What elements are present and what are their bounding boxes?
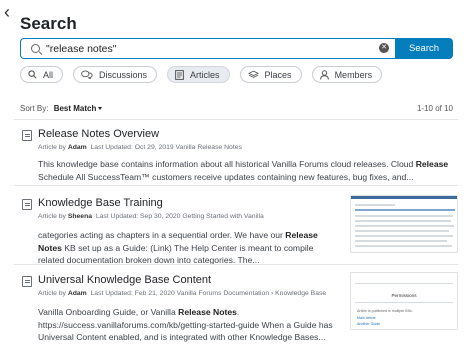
- article-icon: [22, 130, 32, 141]
- result-excerpt: This knowledge base contains information…: [38, 158, 458, 183]
- result-excerpt: Vanilla Onboarding Guide, or Vanilla Rel…: [38, 306, 338, 344]
- result-author[interactable]: Adam: [68, 144, 87, 151]
- thumbnail-label: Permissions: [391, 293, 417, 298]
- meta-details: Last Updated: Oct 29, 2019 Vanilla Relea…: [90, 144, 242, 151]
- excerpt-highlight: Release Notes: [178, 307, 237, 317]
- result-thumbnail[interactable]: [350, 195, 458, 253]
- search-bar: ✕ Search: [20, 38, 453, 59]
- divider: [14, 119, 458, 120]
- result-title[interactable]: Universal Knowledge Base Content: [38, 274, 211, 286]
- filter-articles[interactable]: Articles: [167, 66, 230, 83]
- result-author[interactable]: Adam: [68, 290, 87, 297]
- article-icon: [22, 276, 32, 287]
- divider: [14, 264, 458, 265]
- meta-prefix: Article by: [38, 144, 66, 151]
- filter-label: Places: [264, 69, 292, 80]
- result-meta: Article by Adam Last Updated: Feb 21, 20…: [38, 290, 326, 297]
- filter-label: Members: [334, 69, 373, 80]
- places-icon: [247, 70, 259, 80]
- filter-label: All: [43, 69, 54, 80]
- meta-prefix: Article by: [38, 290, 66, 297]
- search-type-filters: All Discussions Articles Places Members: [20, 66, 392, 84]
- thumbnail-link: Main Article: [357, 316, 376, 320]
- filter-discussions[interactable]: Discussions: [73, 66, 158, 83]
- filter-label: Articles: [190, 69, 220, 80]
- thumbnail-link: Another Guide: [357, 322, 381, 326]
- excerpt-text: categories acting as chapters in a seque…: [38, 230, 286, 240]
- result-meta: Article by Adam Last Updated: Oct 29, 20…: [38, 144, 242, 151]
- chevron-down-icon: [98, 107, 103, 111]
- sort-dropdown[interactable]: Best Match: [54, 104, 103, 113]
- result-title[interactable]: Release Notes Overview: [38, 128, 159, 140]
- excerpt-text: Schedule All SuccessTeam™ customers rece…: [38, 171, 414, 182]
- article-icon: [175, 69, 184, 80]
- meta-details: Last Updated: Feb 21, 2020 Vanilla Forum…: [90, 290, 327, 297]
- result-meta: Article by Sheena Last Updated: Sep 30, …: [38, 213, 264, 220]
- search-icon: [31, 44, 40, 53]
- chevron-left-icon: ‹: [4, 2, 10, 22]
- search-input[interactable]: [46, 42, 366, 55]
- sort-label: Sort By:: [20, 104, 49, 113]
- search-field[interactable]: ✕: [20, 38, 395, 59]
- meta-details: Last Updated: Sep 30, 2020 Getting Start…: [95, 213, 264, 220]
- meta-prefix: Article by: [38, 213, 66, 220]
- result-excerpt: categories acting as chapters in a seque…: [38, 229, 338, 267]
- filter-all[interactable]: All: [20, 66, 64, 83]
- excerpt-text: This knowledge base contains information…: [38, 159, 416, 169]
- filter-members[interactable]: Members: [311, 66, 383, 83]
- result-thumbnail[interactable]: Permissions Article is published in mult…: [350, 272, 458, 330]
- excerpt-text: Vanilla Onboarding Guide, or Vanilla: [38, 307, 179, 317]
- filter-label: Discussions: [99, 69, 148, 80]
- result-author[interactable]: Sheena: [68, 213, 92, 220]
- result-title[interactable]: Knowledge Base Training: [38, 197, 163, 209]
- excerpt-highlight: Release: [415, 159, 449, 169]
- search-button[interactable]: Search: [395, 38, 453, 59]
- thumbnail-text: Article is published in multiple KBs.: [357, 309, 413, 313]
- excerpt-text: KB set up as a Guide: (Link) The Help Ce…: [38, 242, 314, 266]
- filter-places[interactable]: Places: [239, 66, 302, 83]
- article-icon: [22, 199, 32, 210]
- page-title: Search: [20, 14, 77, 33]
- back-button[interactable]: ‹: [4, 2, 18, 22]
- member-icon: [319, 69, 329, 80]
- discussions-icon: [81, 70, 93, 79]
- search-icon: [28, 70, 37, 79]
- result-count: 1-10 of 10: [416, 104, 453, 113]
- clear-search-icon[interactable]: ✕: [379, 43, 389, 53]
- sort-value: Best Match: [53, 104, 97, 113]
- sort-bar: Sort By: Best Match 1-10 of 10: [20, 104, 453, 113]
- divider: [14, 185, 458, 186]
